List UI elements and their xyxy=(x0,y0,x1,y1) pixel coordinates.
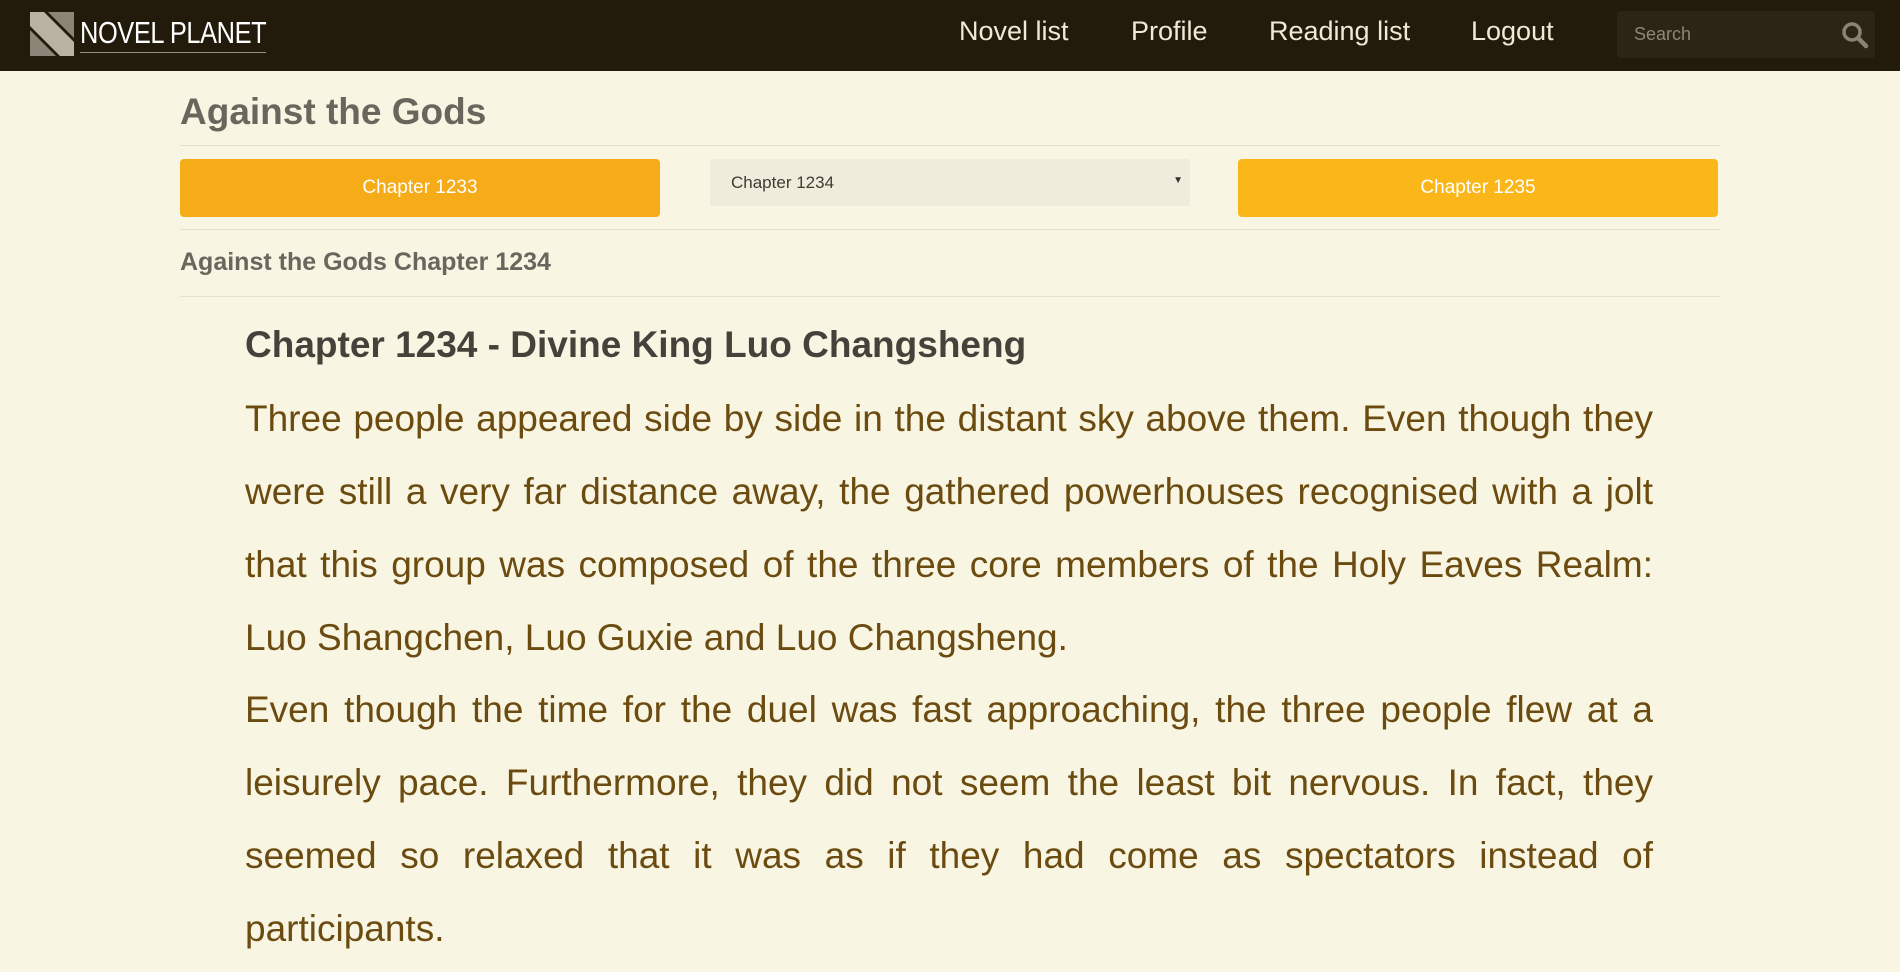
chapter-select-value: Chapter 1234 xyxy=(731,173,835,192)
divider xyxy=(180,296,1720,297)
chapter-heading: Against the Gods Chapter 1234 xyxy=(180,248,551,276)
chapter-paragraph: Even though the time for the duel was fa… xyxy=(245,689,1653,949)
dropdown-arrow-icon: ▼ xyxy=(1173,175,1183,186)
search-icon[interactable] xyxy=(1841,21,1869,49)
nav-logout[interactable]: Logout xyxy=(1471,13,1554,49)
novel-title: Against the Gods xyxy=(180,91,487,132)
next-chapter-button[interactable]: Chapter 1235 xyxy=(1238,159,1718,217)
site-logo[interactable]: NOVEL PLANET xyxy=(30,12,307,56)
chapter-title: Chapter 1234 - Divine King Luo Changshen… xyxy=(245,324,1027,365)
nav-novel-list[interactable]: Novel list xyxy=(959,13,1069,49)
divider xyxy=(180,229,1720,230)
search-input[interactable] xyxy=(1617,11,1832,58)
novel-planet-logo-icon xyxy=(30,12,74,56)
previous-chapter-button[interactable]: Chapter 1233 xyxy=(180,159,660,217)
top-navigation-bar: NOVEL PLANET Novel list Profile Reading … xyxy=(0,0,1900,71)
nav-reading-list[interactable]: Reading list xyxy=(1269,13,1410,49)
search-box xyxy=(1617,11,1875,58)
divider xyxy=(180,145,1720,146)
chapter-paragraph: Three people appeared side by side in th… xyxy=(245,398,1653,658)
logo-text: NOVEL PLANET xyxy=(80,15,267,53)
chapter-select[interactable]: Chapter 1234 ▼ xyxy=(710,159,1190,206)
nav-profile[interactable]: Profile xyxy=(1131,13,1208,49)
